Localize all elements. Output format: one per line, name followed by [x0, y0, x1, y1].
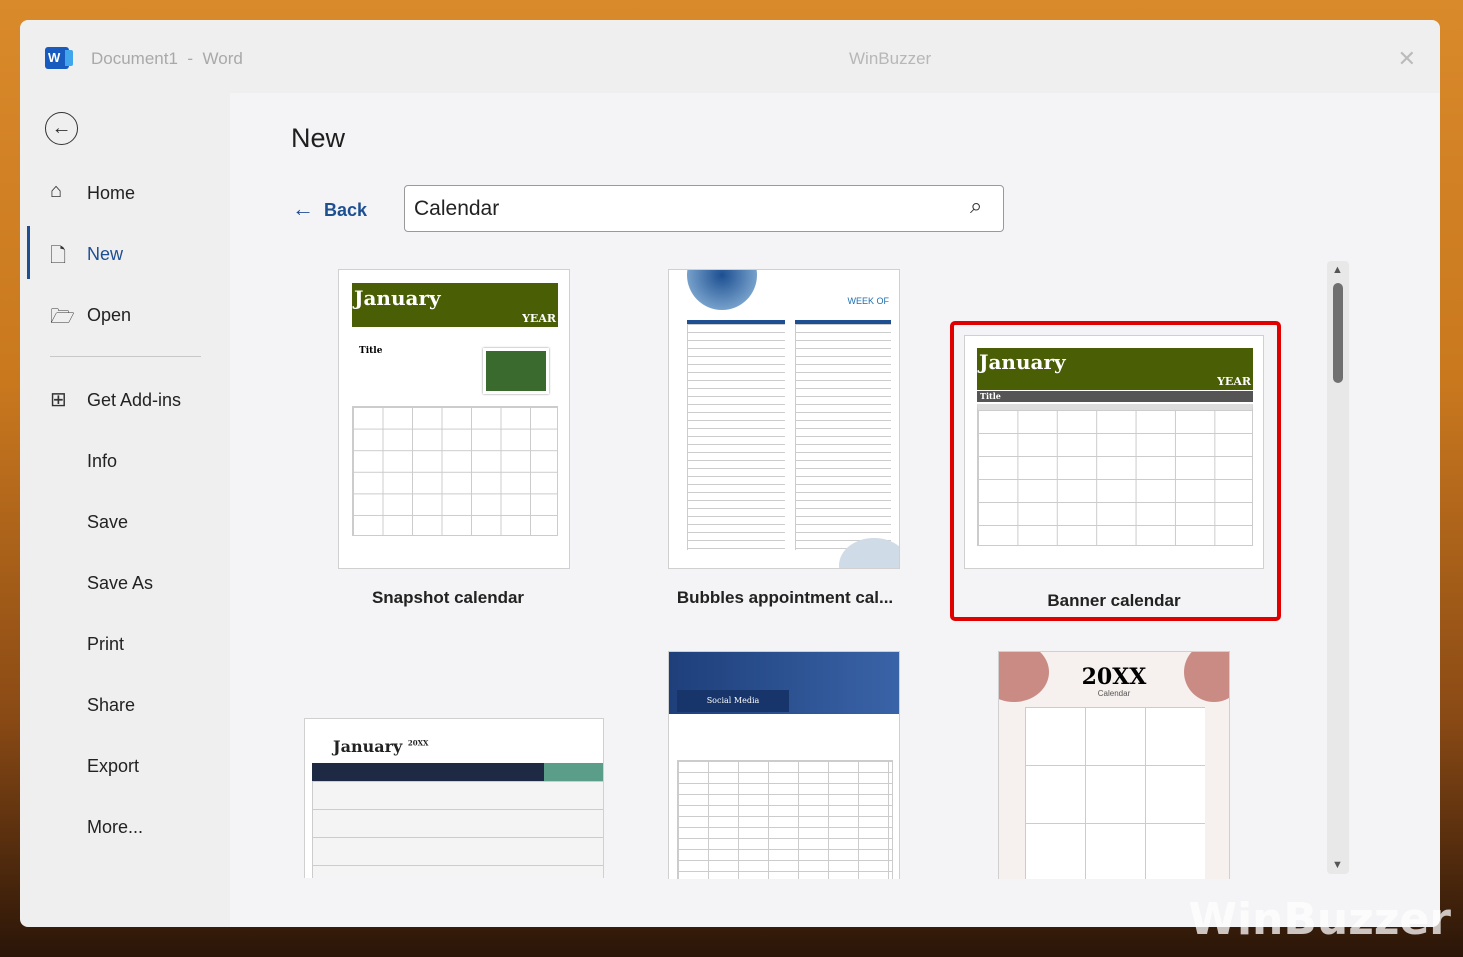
- template-20xx-calendar[interactable]: 20XX Calendar: [998, 651, 1230, 879]
- window-title: Document1 - Word: [91, 49, 243, 68]
- sidebar-item-more[interactable]: More...: [87, 817, 143, 838]
- sidebar-item-open[interactable]: Open: [87, 305, 131, 326]
- template-name: Banner calendar: [1047, 591, 1181, 610]
- word-window: W Document1 - Word WinBuzzer ✕ ← ⌂ Home …: [20, 20, 1440, 927]
- search-icon[interactable]: ⌕: [970, 193, 982, 219]
- title-bar: W Document1 - Word WinBuzzer ✕: [20, 20, 1440, 93]
- word-logo-icon: W: [45, 47, 73, 69]
- back-arrow-icon: ←: [292, 196, 314, 221]
- sidebar-item-info[interactable]: Info: [87, 451, 117, 472]
- new-panel: New ←Back ⌕ JanuaryYEAR Title Snapshot c…: [230, 93, 1440, 927]
- back-button[interactable]: ← Back: [292, 196, 367, 222]
- template-preview: January YEAR Title: [338, 269, 570, 569]
- template-name: Bubbles appointment cal...: [676, 588, 894, 607]
- template-search-input[interactable]: [404, 185, 1004, 232]
- scrollbar-thumb[interactable]: [1333, 283, 1343, 383]
- sidebar-item-print[interactable]: Print: [87, 634, 124, 655]
- home-icon: ⌂: [50, 180, 63, 202]
- vertical-scrollbar[interactable]: ▲ ▼: [1327, 261, 1349, 874]
- grid-icon: ⊞: [50, 389, 67, 411]
- scroll-up-icon[interactable]: ▲: [1332, 264, 1343, 276]
- template-social-media-calendar[interactable]: Social Media: [668, 651, 900, 879]
- template-banner-calendar[interactable]: January YEAR Title Banner calendar: [964, 335, 1274, 615]
- divider: [50, 356, 201, 357]
- template-bubbles-appointment-calendar[interactable]: WEEK OF Bubbles appointment cal...: [658, 269, 908, 609]
- active-indicator: [27, 226, 30, 279]
- page-title: New: [291, 123, 346, 153]
- scroll-down-icon[interactable]: ▼: [1332, 859, 1343, 871]
- backstage-sidebar: ← ⌂ Home 🗋 New 🗁 Open ⊞ Get Add-ins Info…: [20, 93, 230, 927]
- sidebar-item-save-as[interactable]: Save As: [87, 573, 153, 594]
- sidebar-item-share[interactable]: Share: [87, 695, 135, 716]
- close-icon[interactable]: ✕: [1398, 46, 1416, 72]
- winbuzzer-watermark-logo: WinBuzzer: [1188, 894, 1451, 945]
- template-preview: January YEAR Title: [964, 335, 1264, 569]
- template-preview: WEEK OF: [668, 269, 900, 569]
- folder-icon: 🗁: [50, 306, 75, 328]
- template-name: Snapshot calendar: [371, 588, 525, 607]
- sidebar-item-home[interactable]: Home: [87, 183, 135, 204]
- template-january-calendar[interactable]: January 20XX: [304, 718, 604, 878]
- sidebar-item-new[interactable]: New: [87, 244, 123, 265]
- sidebar-item-export[interactable]: Export: [87, 756, 139, 777]
- sidebar-item-get-add-ins[interactable]: Get Add-ins: [87, 390, 181, 411]
- document-icon: 🗋: [50, 245, 67, 267]
- sidebar-item-save[interactable]: Save: [87, 512, 128, 533]
- back-arrow-circle-icon[interactable]: ←: [45, 112, 78, 145]
- template-snapshot-calendar[interactable]: January YEAR Title Snapshot calendar: [328, 269, 570, 609]
- watermark-text: WinBuzzer: [849, 49, 932, 68]
